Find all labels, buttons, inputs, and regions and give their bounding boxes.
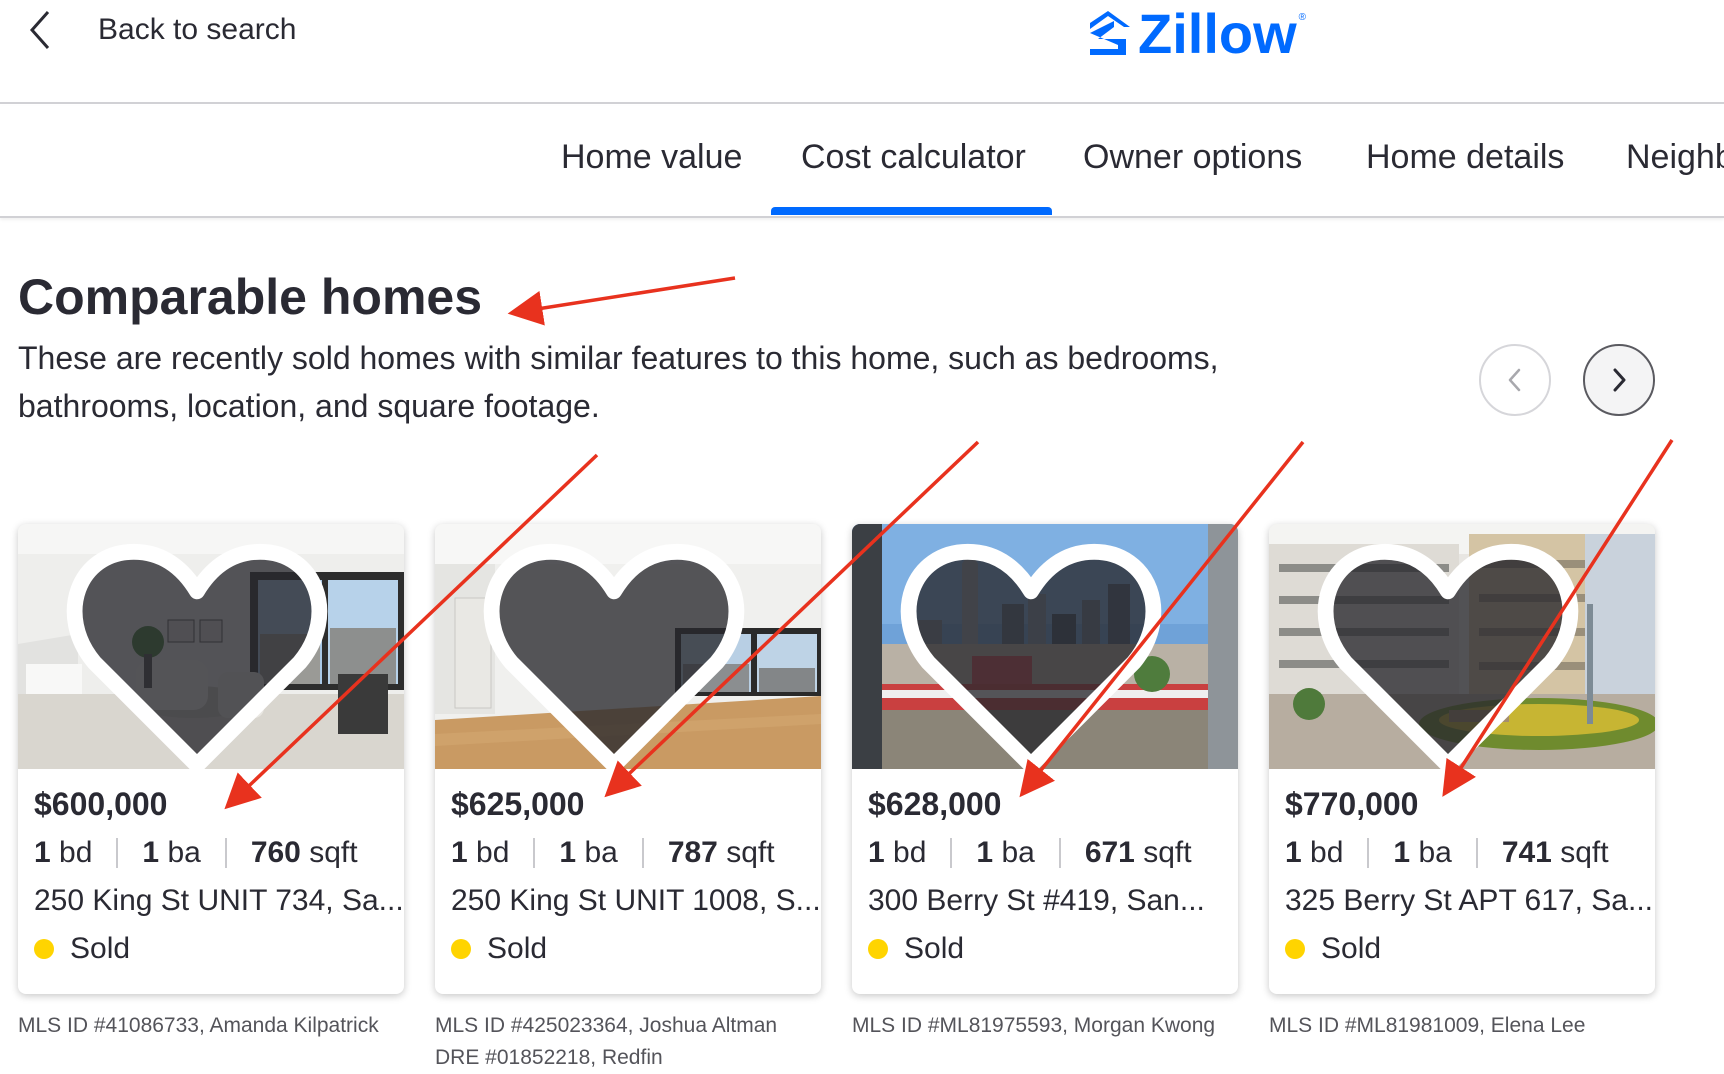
carousel-next-button[interactable]: [1583, 344, 1655, 416]
home-card[interactable]: $600,000 1 bd 1 ba 760 sqft 250 King St …: [18, 524, 404, 994]
home-price: $625,000: [451, 786, 585, 822]
sqft-unit: sqft: [726, 836, 775, 869]
zillow-wordmark: Zillow: [1138, 2, 1297, 65]
home-card[interactable]: $628,000 1 bd 1 ba 671 sqft 300 Berry St…: [852, 524, 1238, 994]
baths-unit: ba: [167, 836, 201, 869]
active-tab-indicator: [771, 207, 1052, 215]
status-badge: Sold: [34, 932, 130, 966]
chevron-left-icon: [29, 11, 50, 49]
status-badge: Sold: [451, 932, 547, 966]
sqft-count: 760: [250, 836, 301, 869]
beds-count: 1: [868, 836, 885, 869]
baths-count: 1: [1393, 836, 1411, 869]
home-address: 250 King St UNIT 734, Sa...: [34, 884, 404, 917]
home-photo-living-room: [18, 524, 404, 769]
sqft-count: 741: [1501, 836, 1552, 869]
home-price: $770,000: [1285, 786, 1419, 822]
sqft-unit: sqft: [309, 836, 358, 869]
beds-unit: bd: [1310, 836, 1344, 869]
zillow-logo[interactable]: Zillow ®: [1084, 4, 1306, 64]
sqft-unit: sqft: [1560, 836, 1609, 869]
annotation-arrow: [507, 276, 736, 326]
home-photo-city-view: [852, 524, 1238, 769]
carousel-prev-button[interactable]: [1479, 344, 1551, 416]
fact-divider: [116, 838, 119, 868]
fact-divider: [533, 838, 536, 868]
fact-divider: [1475, 838, 1478, 868]
home-price: $600,000: [34, 786, 168, 822]
beds-count: 1: [1285, 836, 1302, 869]
home-photo-empty-room: [435, 524, 821, 769]
heart-icon[interactable]: [852, 536, 1224, 769]
tab-cost-calculator[interactable]: Cost calculator: [801, 138, 1026, 177]
home-address: 325 Berry St APT 617, Sa...: [1285, 884, 1653, 917]
beds-unit: bd: [893, 836, 927, 869]
baths-unit: ba: [1001, 836, 1035, 869]
beds-count: 1: [34, 836, 51, 869]
sqft-count: 787: [667, 836, 718, 869]
sqft-count: 671: [1084, 836, 1135, 869]
home-address: 250 King St UNIT 1008, S...: [451, 884, 821, 917]
sqft-unit: sqft: [1143, 836, 1192, 869]
beds-unit: bd: [59, 836, 93, 869]
top-bar: Back to search Zillow ®: [0, 0, 1724, 104]
mls-attribution: MLS ID #41086733, Amanda Kilpatrick: [18, 1014, 379, 1037]
baths-count: 1: [976, 836, 994, 869]
back-to-search-label: Back to search: [98, 13, 297, 46]
baths-unit: ba: [584, 836, 618, 869]
baths-count: 1: [142, 836, 160, 869]
heart-icon[interactable]: [18, 536, 390, 769]
home-photo-courtyard: [1269, 524, 1655, 769]
home-address: 300 Berry St #419, San...: [868, 884, 1205, 917]
fact-divider: [224, 838, 227, 868]
baths-unit: ba: [1418, 836, 1452, 869]
section-description: These are recently sold homes with simil…: [18, 340, 1219, 424]
sold-dot-icon: [868, 939, 888, 959]
chevron-right-icon: [1613, 368, 1626, 392]
section-tabs: Home value Cost calculator Owner options…: [0, 106, 1724, 218]
heart-icon[interactable]: [1269, 536, 1641, 769]
back-to-search-link[interactable]: Back to search: [26, 8, 296, 52]
status-label: Sold: [487, 932, 548, 965]
status-badge: Sold: [1285, 932, 1381, 966]
home-card[interactable]: $770,000 1 bd 1 ba 741 sqft 325 Berry St…: [1269, 524, 1655, 994]
tab-owner-options[interactable]: Owner options: [1083, 138, 1302, 177]
mls-attribution: MLS ID #ML81981009, Elena Lee: [1269, 1014, 1586, 1037]
home-facts: 1 bd 1 ba 671 sqft: [868, 836, 1192, 870]
home-facts: 1 bd 1 ba 787 sqft: [451, 836, 775, 870]
status-label: Sold: [70, 932, 131, 965]
tab-neighborhood[interactable]: Neighb: [1626, 138, 1724, 177]
baths-count: 1: [559, 836, 577, 869]
sold-dot-icon: [1285, 939, 1305, 959]
status-badge: Sold: [868, 932, 964, 966]
fact-divider: [950, 838, 953, 868]
section-title: Comparable homes: [18, 269, 483, 325]
home-card[interactable]: $625,000 1 bd 1 ba 787 sqft 250 King St …: [435, 524, 821, 994]
fact-divider: [1367, 838, 1370, 868]
chevron-left-icon: [1508, 368, 1521, 392]
sold-dot-icon: [451, 939, 471, 959]
mls-attribution: MLS ID #ML81975593, Morgan Kwong: [852, 1014, 1216, 1037]
status-label: Sold: [904, 932, 965, 965]
beds-count: 1: [451, 836, 468, 869]
fact-divider: [641, 838, 644, 868]
status-label: Sold: [1321, 932, 1382, 965]
mls-attribution: MLS ID #425023364, Joshua Altman DRE #01…: [435, 1014, 778, 1069]
fact-divider: [1058, 838, 1061, 868]
heart-icon[interactable]: [435, 536, 807, 769]
beds-unit: bd: [476, 836, 510, 869]
tab-home-value[interactable]: Home value: [561, 138, 742, 177]
registered-mark: ®: [1298, 11, 1307, 23]
home-price: $628,000: [868, 786, 1002, 822]
sold-dot-icon: [34, 939, 54, 959]
zillow-house-icon: [1090, 11, 1130, 55]
tab-home-details[interactable]: Home details: [1366, 138, 1564, 177]
home-facts: 1 bd 1 ba 760 sqft: [34, 836, 358, 870]
home-facts: 1 bd 1 ba 741 sqft: [1285, 836, 1609, 870]
